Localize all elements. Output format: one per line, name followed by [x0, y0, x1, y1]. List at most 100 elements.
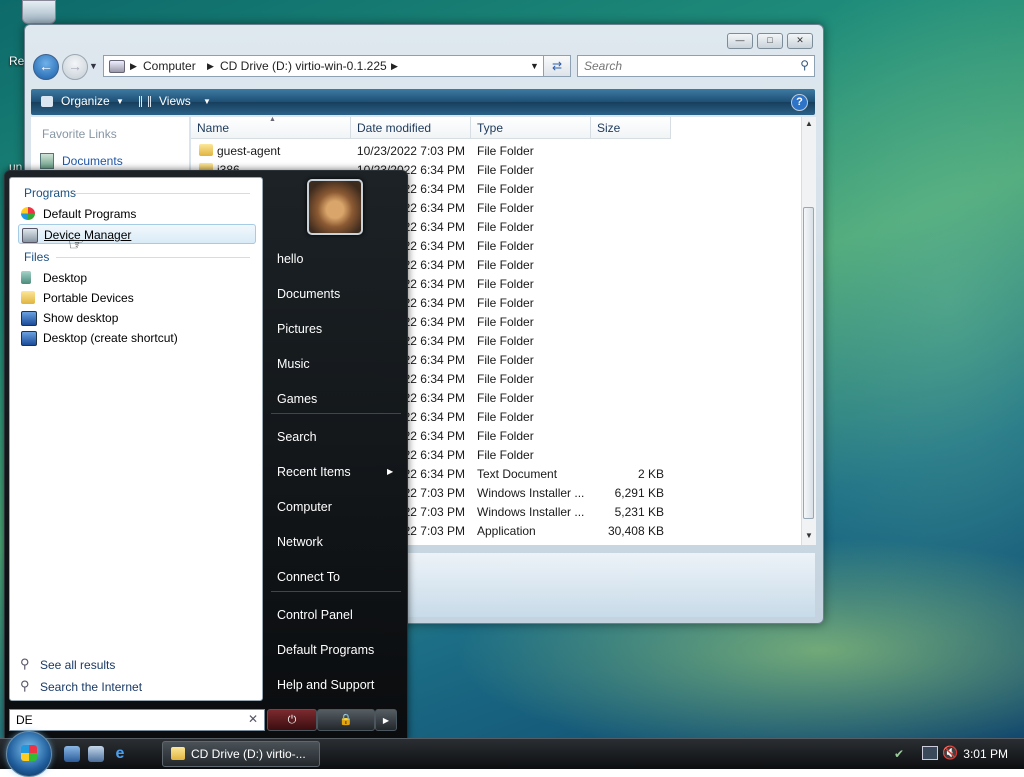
- result-show-desktop[interactable]: Show desktop: [18, 308, 256, 328]
- internet-explorer-icon[interactable]: e: [112, 746, 128, 762]
- recycle-bin-icon[interactable]: [22, 0, 56, 24]
- volume-muted-icon[interactable]: 🔇: [942, 745, 958, 761]
- taskbar-window-explorer[interactable]: CD Drive (D:) virtio-...: [162, 741, 320, 767]
- cell-type: Windows Installer ...: [477, 486, 585, 500]
- result-default-programs[interactable]: Default Programs: [18, 204, 256, 224]
- maximize-button[interactable]: □: [757, 33, 783, 49]
- column-header-size[interactable]: Size: [591, 117, 671, 139]
- right-pane-item-control-panel[interactable]: Control Panel: [271, 603, 399, 629]
- result-desktop[interactable]: Desktop: [18, 268, 256, 288]
- recycle-bin-label[interactable]: Re: [9, 54, 24, 68]
- right-pane-item-computer[interactable]: Computer: [271, 495, 399, 521]
- start-search-input[interactable]: [14, 710, 243, 730]
- nav-documents-link[interactable]: Documents: [62, 154, 123, 168]
- shortcut-icon: [21, 331, 37, 346]
- breadcrumb-computer[interactable]: Computer: [143, 59, 196, 73]
- cell-type: File Folder: [477, 448, 534, 462]
- address-separator-icon[interactable]: ▶: [391, 61, 398, 72]
- result-device-manager[interactable]: Device Manager: [18, 224, 256, 244]
- cell-name: guest-agent: [217, 144, 281, 158]
- forward-button[interactable]: →: [62, 54, 88, 80]
- vertical-scrollbar[interactable]: ▲ ▼: [801, 117, 816, 545]
- address-separator-icon[interactable]: ▶: [130, 61, 137, 72]
- address-dropdown-icon[interactable]: ▼: [530, 61, 539, 71]
- help-button[interactable]: ?: [791, 94, 808, 111]
- organize-dropdown-icon[interactable]: ▼: [116, 97, 124, 106]
- right-pane-item-connect-to[interactable]: Connect To: [271, 565, 399, 591]
- files-group-heading: Files: [24, 250, 50, 264]
- search-internet-link[interactable]: Search the Internet: [40, 680, 142, 694]
- right-pane-item-music[interactable]: Music: [271, 352, 399, 378]
- windows-logo-icon: [21, 745, 37, 761]
- right-pane-item-help-and-support[interactable]: Help and Support: [271, 673, 399, 699]
- clear-search-icon[interactable]: ✕: [248, 712, 258, 726]
- safely-remove-hardware-icon[interactable]: ✔: [894, 747, 904, 761]
- cell-type: File Folder: [477, 429, 534, 443]
- right-pane-label: Connect To: [277, 570, 341, 584]
- scroll-down-icon[interactable]: ▼: [805, 531, 813, 540]
- column-header-type[interactable]: Type: [471, 117, 591, 139]
- switch-windows-icon[interactable]: [88, 746, 104, 762]
- right-pane-item-documents[interactable]: Documents: [271, 282, 399, 308]
- cell-type: File Folder: [477, 410, 534, 424]
- see-all-results-link[interactable]: See all results: [40, 658, 115, 672]
- cell-type: File Folder: [477, 277, 534, 291]
- drive-icon: [109, 60, 125, 73]
- breadcrumb-drive[interactable]: CD Drive (D:) virtio-win-0.1.225: [220, 59, 387, 73]
- search-icon[interactable]: ⚲: [800, 58, 809, 72]
- organize-button[interactable]: Organize: [61, 94, 110, 108]
- right-pane-label: Default Programs: [277, 643, 375, 657]
- show-desktop-quicklaunch-icon[interactable]: [64, 746, 80, 762]
- cell-size: 6,291 KB: [614, 486, 664, 500]
- scroll-up-icon[interactable]: ▲: [805, 119, 813, 128]
- address-bar[interactable]: ▶ Computer ▶ CD Drive (D:) virtio-win-0.…: [103, 55, 571, 77]
- right-pane-item-pictures[interactable]: Pictures: [271, 317, 399, 343]
- result-portable-devices[interactable]: Portable Devices: [18, 288, 256, 308]
- search-input[interactable]: [582, 56, 786, 76]
- right-arrow-icon: ▶: [382, 716, 390, 725]
- cell-size: 2 KB: [637, 467, 664, 481]
- column-header-date[interactable]: Date modified: [351, 117, 471, 139]
- power-button[interactable]: ⏻: [267, 709, 317, 731]
- address-separator-icon[interactable]: ▶: [207, 61, 214, 72]
- folder-icon: [171, 747, 185, 760]
- back-button[interactable]: ←: [33, 54, 59, 80]
- network-icon[interactable]: [922, 746, 938, 760]
- right-pane-item-network[interactable]: Network: [271, 530, 399, 556]
- views-dropdown-icon[interactable]: ▼: [203, 97, 211, 106]
- divider: [271, 413, 401, 414]
- right-pane-item-default-programs[interactable]: Default Programs: [271, 638, 399, 664]
- cell-date: 22 7:03 PM: [403, 505, 465, 519]
- right-pane-label: Network: [277, 535, 323, 549]
- cell-date: 22 6:34 PM: [403, 467, 465, 481]
- user-avatar[interactable]: [307, 179, 363, 235]
- lock-button[interactable]: 🔒: [317, 709, 375, 731]
- table-row[interactable]: guest-agent 10/23/2022 7:03 PM File Folder: [191, 141, 801, 160]
- right-pane-item-search[interactable]: Search: [271, 425, 399, 451]
- search-box[interactable]: ⚲: [577, 55, 815, 77]
- right-pane-item-hello[interactable]: hello: [271, 247, 399, 273]
- minimize-button[interactable]: —: [727, 33, 753, 49]
- cell-type: File Folder: [477, 296, 534, 310]
- result-desktop-shortcut[interactable]: Desktop (create shortcut): [18, 328, 256, 348]
- refresh-button[interactable]: ⇄: [543, 55, 571, 77]
- right-pane-item-recent-items[interactable]: Recent Items: [271, 460, 399, 486]
- command-bar: Organize ▼ Views ▼ ?: [31, 89, 815, 115]
- views-button[interactable]: Views: [159, 94, 191, 108]
- scrollbar-thumb[interactable]: [803, 207, 814, 519]
- cell-type: File Folder: [477, 220, 534, 234]
- cell-type: Text Document: [477, 467, 558, 481]
- start-button[interactable]: [6, 731, 52, 777]
- power-options-arrow[interactable]: ▶: [375, 709, 397, 731]
- cell-date: 10/23/2022 7:03 PM: [356, 144, 465, 158]
- start-search-box[interactable]: ✕: [9, 709, 265, 731]
- cell-type: File Folder: [477, 258, 534, 272]
- result-label: Portable Devices: [43, 291, 134, 305]
- recent-pages-dropdown[interactable]: ▼: [89, 61, 98, 71]
- clock[interactable]: 3:01 PM: [963, 747, 1008, 761]
- right-pane-item-games[interactable]: Games: [271, 387, 399, 413]
- cell-date: 22 7:03 PM: [403, 486, 465, 500]
- result-label: Show desktop: [43, 311, 119, 325]
- submenu-arrow-icon: ▶: [387, 467, 394, 476]
- close-button[interactable]: ✕: [787, 33, 813, 49]
